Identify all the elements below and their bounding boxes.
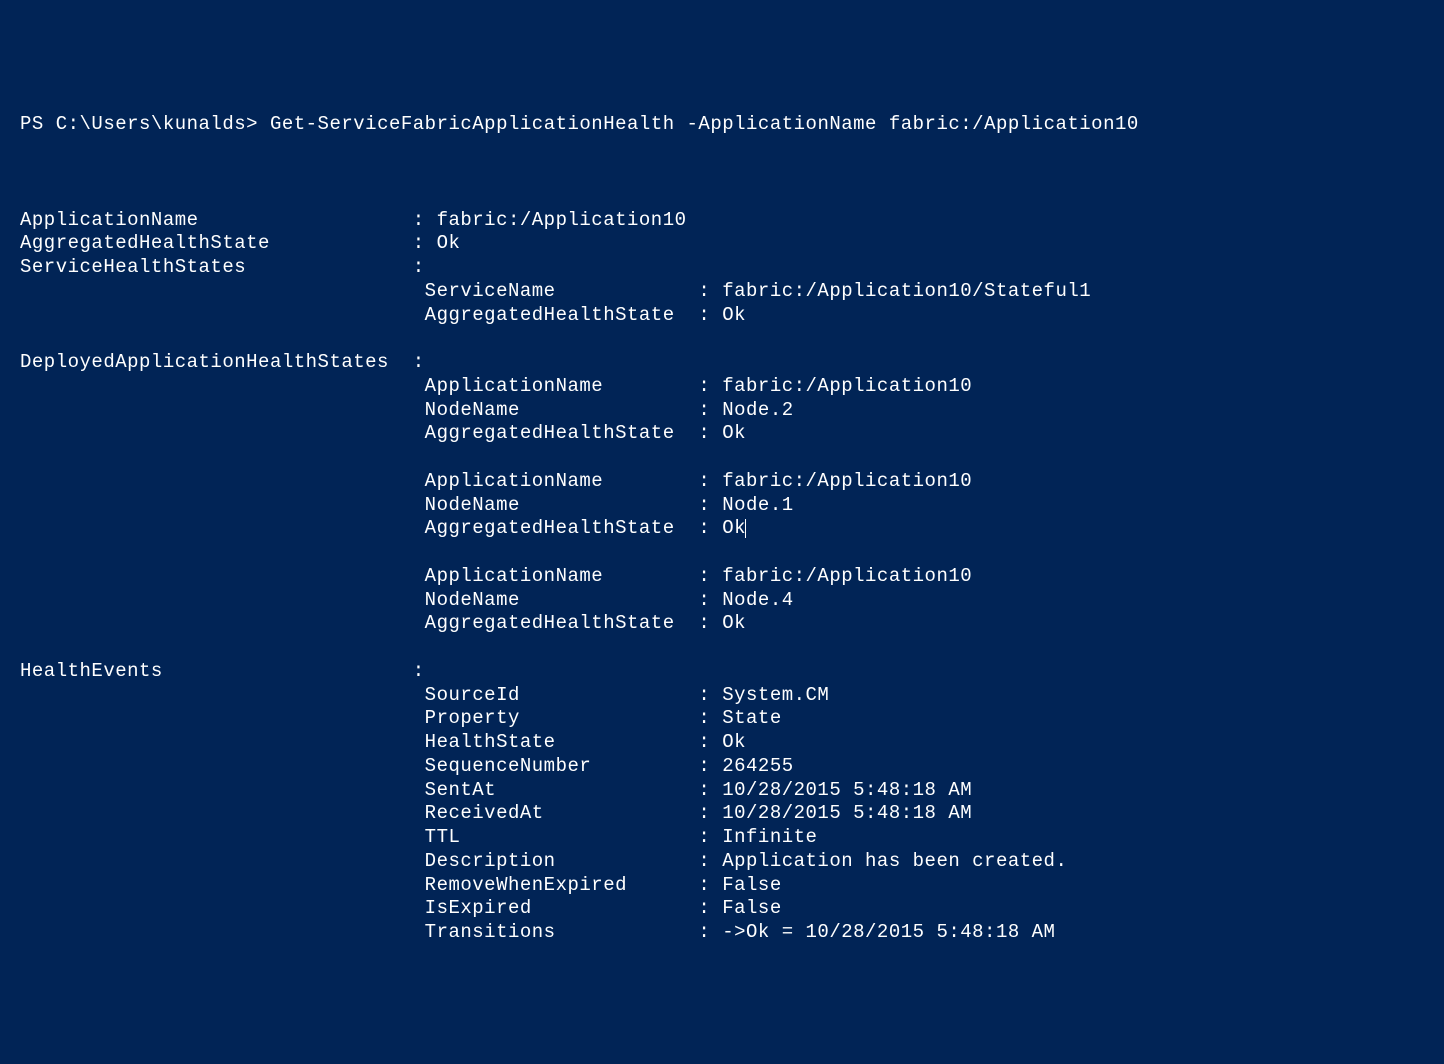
output-line (20, 327, 1424, 351)
output-line: ApplicationName : fabric:/Application10 (20, 470, 1424, 494)
output-line: ReceivedAt : 10/28/2015 5:48:18 AM (20, 802, 1424, 826)
output-line: Transitions : ->Ok = 10/28/2015 5:48:18 … (20, 921, 1424, 945)
output-line: SequenceNumber : 264255 (20, 755, 1424, 779)
output-line: ServiceName : fabric:/Application10/Stat… (20, 280, 1424, 304)
output-line: SourceId : System.CM (20, 684, 1424, 708)
output-line: NodeName : Node.2 (20, 399, 1424, 423)
output-line: HealthState : Ok (20, 731, 1424, 755)
output-line: TTL : Infinite (20, 826, 1424, 850)
command-text: Get-ServiceFabricApplicationHealth -Appl… (270, 113, 1139, 135)
output-line: ServiceHealthStates : (20, 256, 1424, 280)
output-line: Description : Application has been creat… (20, 850, 1424, 874)
output-line: DeployedApplicationHealthStates : (20, 351, 1424, 375)
output-line: AggregatedHealthState : Ok (20, 232, 1424, 256)
output-line: HealthEvents : (20, 660, 1424, 684)
output-line: RemoveWhenExpired : False (20, 874, 1424, 898)
output-line (20, 541, 1424, 565)
output-line: IsExpired : False (20, 897, 1424, 921)
text-cursor (745, 519, 746, 538)
output-line: NodeName : Node.4 (20, 589, 1424, 613)
output-line: AggregatedHealthState : Ok (20, 612, 1424, 636)
prompt-prefix: PS C:\Users\kunalds> (20, 113, 270, 135)
output-block: ApplicationName : fabric:/Application10A… (20, 209, 1424, 945)
output-line (20, 636, 1424, 660)
output-line: AggregatedHealthState : Ok (20, 517, 1424, 541)
output-line: ApplicationName : fabric:/Application10 (20, 565, 1424, 589)
output-line: Property : State (20, 707, 1424, 731)
output-line: ApplicationName : fabric:/Application10 (20, 375, 1424, 399)
output-line: AggregatedHealthState : Ok (20, 422, 1424, 446)
output-line: SentAt : 10/28/2015 5:48:18 AM (20, 779, 1424, 803)
output-line (20, 446, 1424, 470)
command-prompt-line[interactable]: PS C:\Users\kunalds> Get-ServiceFabricAp… (20, 113, 1424, 137)
output-line: ApplicationName : fabric:/Application10 (20, 209, 1424, 233)
output-line: AggregatedHealthState : Ok (20, 304, 1424, 328)
output-line: NodeName : Node.1 (20, 494, 1424, 518)
